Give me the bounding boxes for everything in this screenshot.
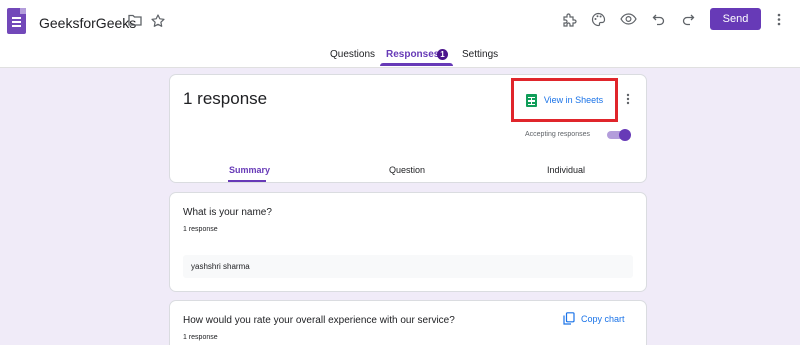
copy-chart-button[interactable]: Copy chart (563, 312, 625, 325)
question-response-count: 1 response (183, 226, 218, 233)
question-title: How would you rate your overall experien… (183, 315, 455, 326)
accepting-responses-toggle[interactable] (607, 129, 631, 141)
copy-icon (563, 312, 575, 325)
top-bar: GeeksforGeeks Send Questions Responses 1… (0, 0, 800, 68)
tab-responses[interactable]: Responses (386, 49, 439, 60)
subtab-individual[interactable]: Individual (547, 165, 585, 175)
view-in-sheets-button[interactable]: View in Sheets (511, 78, 618, 122)
responses-count-badge: 1 (437, 49, 448, 60)
subtab-summary[interactable]: Summary (229, 165, 270, 175)
form-title[interactable]: GeeksforGeeks (39, 15, 136, 31)
accepting-responses-label: Accepting responses (525, 131, 590, 138)
forms-logo-icon[interactable] (7, 8, 26, 34)
more-vert-icon[interactable] (773, 12, 785, 26)
send-button[interactable]: Send (710, 8, 761, 30)
star-icon[interactable] (150, 13, 166, 28)
active-subtab-indicator (228, 180, 266, 182)
undo-icon[interactable] (651, 12, 665, 26)
question-title: What is your name? (183, 207, 272, 218)
responses-summary-card: 1 response View in Sheets Accepting resp… (169, 74, 647, 183)
card-more-vert-icon[interactable] (623, 92, 633, 106)
tab-questions[interactable]: Questions (330, 49, 375, 60)
response-count-title: 1 response (183, 89, 268, 108)
palette-icon[interactable] (590, 11, 606, 27)
question-response-count: 1 response (183, 334, 218, 341)
view-in-sheets-label: View in Sheets (543, 95, 604, 105)
copy-chart-label: Copy chart (581, 313, 625, 324)
question-card: How would you rate your overall experien… (169, 300, 647, 345)
tab-settings[interactable]: Settings (462, 49, 498, 60)
addon-icon[interactable] (561, 11, 577, 27)
preview-eye-icon[interactable] (619, 12, 637, 26)
sheets-icon (525, 93, 537, 107)
question-card: What is your name? 1 response yashshri s… (169, 192, 647, 292)
active-tab-indicator (380, 63, 453, 66)
answer-item: yashshri sharma (183, 255, 633, 278)
subtab-question[interactable]: Question (389, 165, 425, 175)
folder-icon[interactable] (127, 13, 143, 27)
redo-icon[interactable] (681, 12, 695, 26)
